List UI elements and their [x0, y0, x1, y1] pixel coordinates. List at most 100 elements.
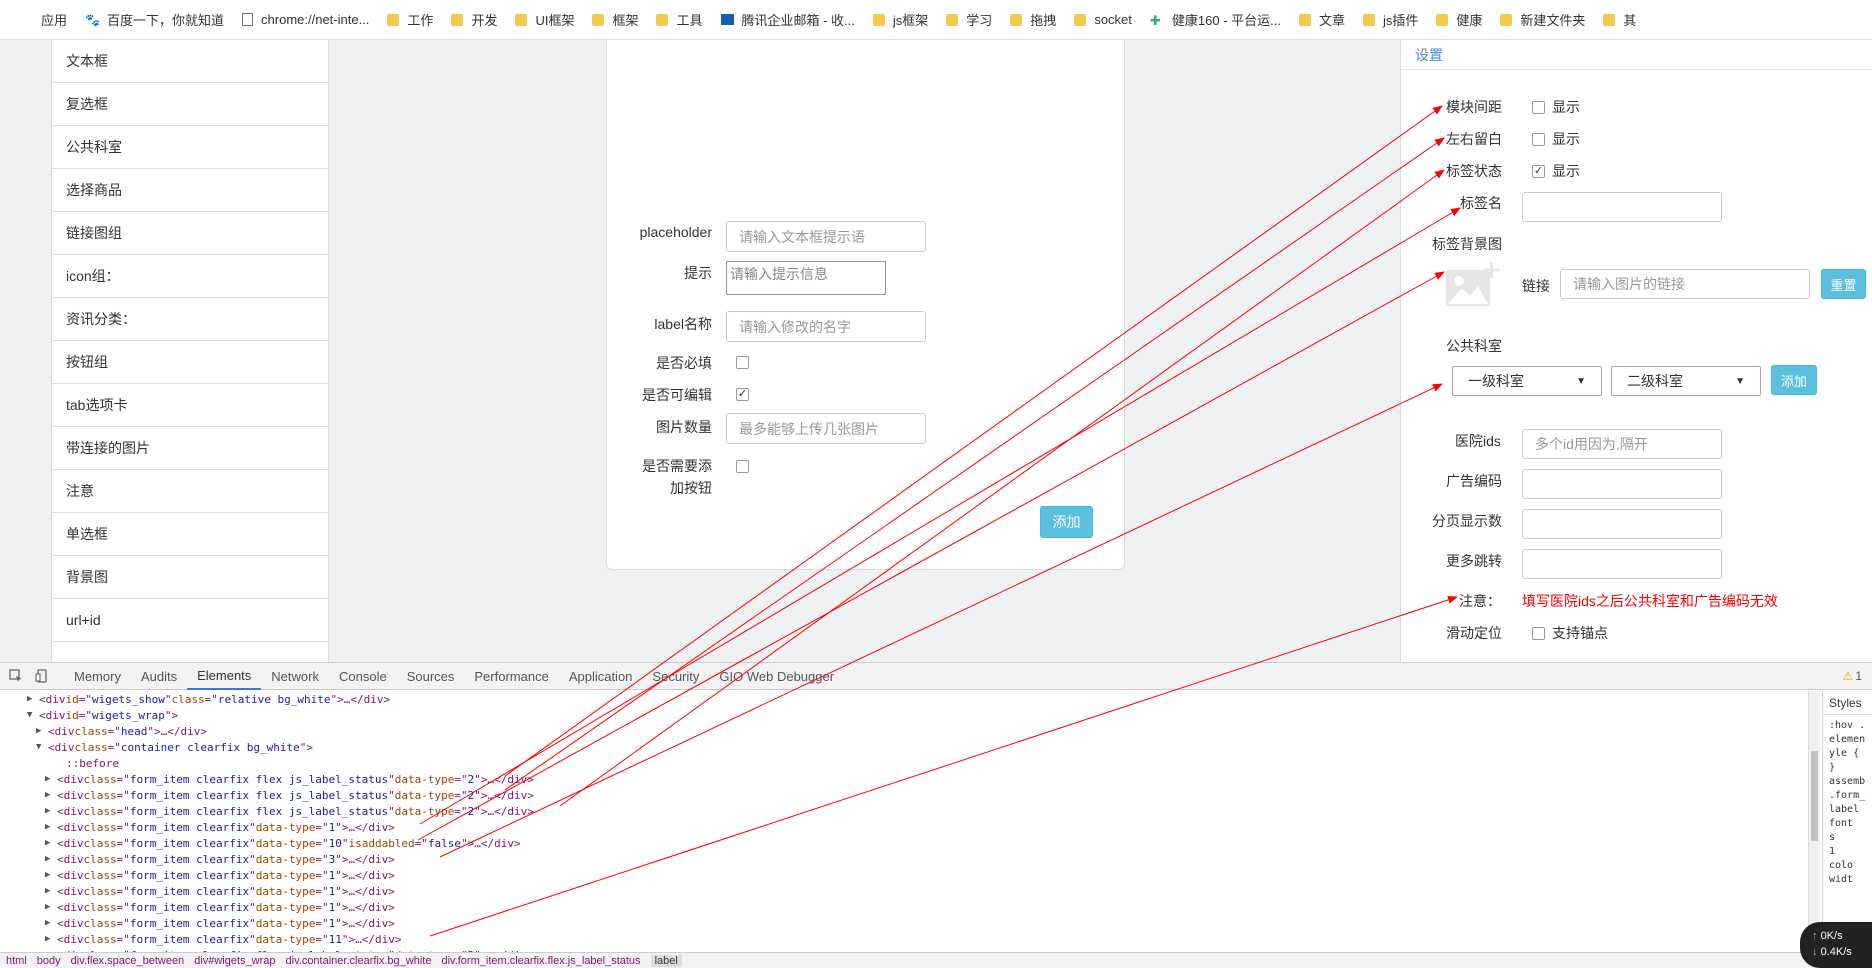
component-list-item[interactable]: 资讯分类：	[52, 298, 328, 341]
devtools-tab[interactable]: GIO Web Debugger	[709, 663, 844, 690]
component-list-item[interactable]: 文本框	[52, 40, 328, 83]
component-list-item[interactable]: 注意	[52, 470, 328, 513]
module-spacing-toggle[interactable]: 显示	[1532, 97, 1580, 117]
scrollbar-thumb[interactable]	[1811, 751, 1818, 841]
editable-checkbox[interactable]: ✓	[736, 388, 749, 401]
expand-triangle-icon[interactable]: ▶	[36, 726, 48, 736]
bookmark-item[interactable]: ✚ 健康160 - 平台运...	[1141, 6, 1290, 34]
expand-triangle-icon[interactable]: ▶	[45, 934, 57, 944]
component-list-item[interactable]: 公共科室	[52, 126, 328, 169]
expand-triangle-icon[interactable]: ▶	[45, 886, 57, 896]
devtools-tab[interactable]: Elements	[187, 663, 262, 690]
image-placeholder-icon[interactable]	[1446, 262, 1500, 308]
bookmark-item[interactable]: 其	[1594, 6, 1645, 34]
ad-code-input[interactable]	[1522, 469, 1722, 499]
breadcrumb-item[interactable]: div.container.clearfix.bg_white	[286, 955, 432, 967]
page-size-input[interactable]	[1522, 509, 1722, 539]
breadcrumb-item[interactable]: body	[37, 955, 61, 967]
devtools-tab[interactable]: Network	[261, 663, 329, 690]
breadcrumb-item[interactable]: div#wigets_wrap	[194, 955, 275, 967]
tag-status-checkbox[interactable]: ✓	[1532, 164, 1545, 178]
bookmark-item[interactable]: 新建文件夹	[1491, 6, 1594, 34]
expand-triangle-icon[interactable]: ▶	[45, 790, 57, 800]
dept-add-button[interactable]: 添加	[1771, 365, 1817, 395]
hint-textarea[interactable]: 请输入提示信息	[726, 261, 886, 295]
dom-node-row[interactable]: ▶ <div class =" form_item clearfix " data-ty…	[0, 899, 1814, 915]
expand-triangle-icon[interactable]: ▶	[45, 918, 57, 928]
bookmark-item[interactable]: 健康	[1427, 6, 1491, 34]
bookmark-item[interactable]: js插件	[1354, 6, 1427, 34]
component-list-item[interactable]: 按钮组	[52, 341, 328, 384]
dom-node-row[interactable]: ▶<div class="form_item clearfix flex js_…	[0, 787, 1814, 803]
bookmark-item[interactable]: 工具	[647, 6, 711, 34]
breadcrumb-item[interactable]: div.flex.space_between	[71, 955, 185, 967]
bookmark-item[interactable]: 腾讯企业邮箱 - 收...	[712, 6, 864, 34]
dom-node-row[interactable]: ▶<div class="form_item clearfix flex js_…	[0, 803, 1814, 819]
expand-triangle-icon[interactable]: ▶	[45, 870, 57, 880]
dom-tree-scrollbar[interactable]	[1808, 691, 1820, 953]
bookmark-item[interactable]: 拖拽	[1001, 6, 1065, 34]
bookmark-item[interactable]: 开发	[442, 6, 506, 34]
component-list-item[interactable]: 单选框	[52, 513, 328, 556]
warning-icon[interactable]: ⚠	[1843, 669, 1854, 683]
expand-triangle-icon[interactable]: ▶	[45, 774, 57, 784]
expand-triangle-icon[interactable]: ▶	[45, 822, 57, 832]
add-button[interactable]: 添加	[1040, 506, 1093, 538]
lr-margin-toggle[interactable]: 显示	[1532, 129, 1580, 149]
device-toolbar-icon[interactable]	[32, 666, 52, 686]
devtools-tab[interactable]: Sources	[397, 663, 465, 690]
expand-triangle-icon[interactable]: ▶	[45, 806, 57, 816]
reset-button[interactable]: 重置	[1821, 269, 1866, 299]
inspect-element-icon[interactable]	[6, 666, 26, 686]
collapse-triangle-icon[interactable]: ▼	[27, 710, 39, 720]
styles-tab[interactable]: Styles	[1823, 691, 1872, 715]
expand-triangle-icon[interactable]: ▶	[27, 694, 39, 704]
devtools-tab[interactable]: Memory	[64, 663, 131, 690]
scroll-anchor-toggle[interactable]: 支持锚点	[1532, 623, 1608, 643]
more-jump-input[interactable]	[1522, 549, 1722, 579]
label-name-input[interactable]: 请输入修改的名字	[726, 311, 926, 342]
bookmark-item[interactable]: UI框架	[506, 6, 583, 34]
dom-node-row[interactable]: ▼ <div class =" container clearfix bg_white…	[0, 739, 1814, 755]
devtools-tab[interactable]: Console	[329, 663, 397, 690]
dom-node-row[interactable]: ▼ <div id =" wigets_wrap " >	[0, 707, 1814, 723]
devtools-tab[interactable]: Audits	[131, 663, 187, 690]
bookmark-item[interactable]: chrome://net-inte...	[233, 6, 378, 34]
devtools-tab[interactable]: Security	[642, 663, 709, 690]
component-list-item[interactable]: 背景图	[52, 556, 328, 599]
bookmark-item[interactable]: 工作	[378, 6, 442, 34]
dom-node-row[interactable]: ▶ <div class =" form_item clearfix " data-ty…	[0, 835, 1814, 851]
add-button-checkbox[interactable]	[736, 460, 749, 473]
expand-triangle-icon[interactable]: ▶	[45, 838, 57, 848]
bookmark-item[interactable]: 学习	[937, 6, 1001, 34]
dom-node-row[interactable]: ▶ <div class =" head " > …</div>	[0, 723, 1814, 739]
required-checkbox[interactable]	[736, 356, 749, 369]
dom-node-row[interactable]: ▶ <div class =" form_item clearfix " data-ty…	[0, 883, 1814, 899]
bookmark-item[interactable]: socket	[1065, 6, 1141, 34]
link-input[interactable]: 请输入图片的链接	[1560, 269, 1810, 299]
lr-margin-checkbox[interactable]	[1532, 132, 1545, 146]
dom-node-row[interactable]: ▶ <div class =" form_item clearfix " data-ty…	[0, 931, 1814, 947]
tag-status-toggle[interactable]: ✓ 显示	[1532, 161, 1580, 181]
dom-node-row[interactable]: ▶ <div class =" form_item clearfix " data-ty…	[0, 867, 1814, 883]
component-list-item[interactable]: url+id	[52, 599, 328, 642]
component-list-item[interactable]: 选择商品	[52, 169, 328, 212]
dom-node-row[interactable]: ▶ <div class =" form_item clearfix " data-ty…	[0, 851, 1814, 867]
dept-level1-select[interactable]: 一级科室 ▼	[1452, 366, 1602, 396]
component-list-item[interactable]: 带连接的图片	[52, 427, 328, 470]
expand-triangle-icon[interactable]: ▶	[45, 902, 57, 912]
component-list-item[interactable]: tab选项卡	[52, 384, 328, 427]
dom-node-row[interactable]: ▶ <div class =" form_item clearfix " data-ty…	[0, 819, 1814, 835]
dom-node-row[interactable]: ▶<div class="form_item clearfix flex js_…	[0, 771, 1814, 787]
breadcrumb-item[interactable]: html	[6, 955, 27, 967]
image-count-input[interactable]: 最多能够上传几张图片	[726, 413, 926, 444]
breadcrumb-item[interactable]: div.form_item.clearfix.flex.js_label_sta…	[441, 955, 640, 967]
component-list-item[interactable]: icon组：	[52, 255, 328, 298]
bookmark-item[interactable]: 应用	[10, 6, 76, 34]
dom-node-row[interactable]: ▶ <div id =" wigets_show " class =" relative b…	[0, 691, 1814, 707]
tag-name-input[interactable]	[1522, 192, 1722, 222]
expand-triangle-icon[interactable]: ▶	[45, 854, 57, 864]
devtools-tab[interactable]: Application	[559, 663, 643, 690]
placeholder-input[interactable]: 请输入文本框提示语	[726, 221, 926, 252]
dom-node-row[interactable]: ▶ <div class =" form_item clearfix " data-ty…	[0, 915, 1814, 931]
